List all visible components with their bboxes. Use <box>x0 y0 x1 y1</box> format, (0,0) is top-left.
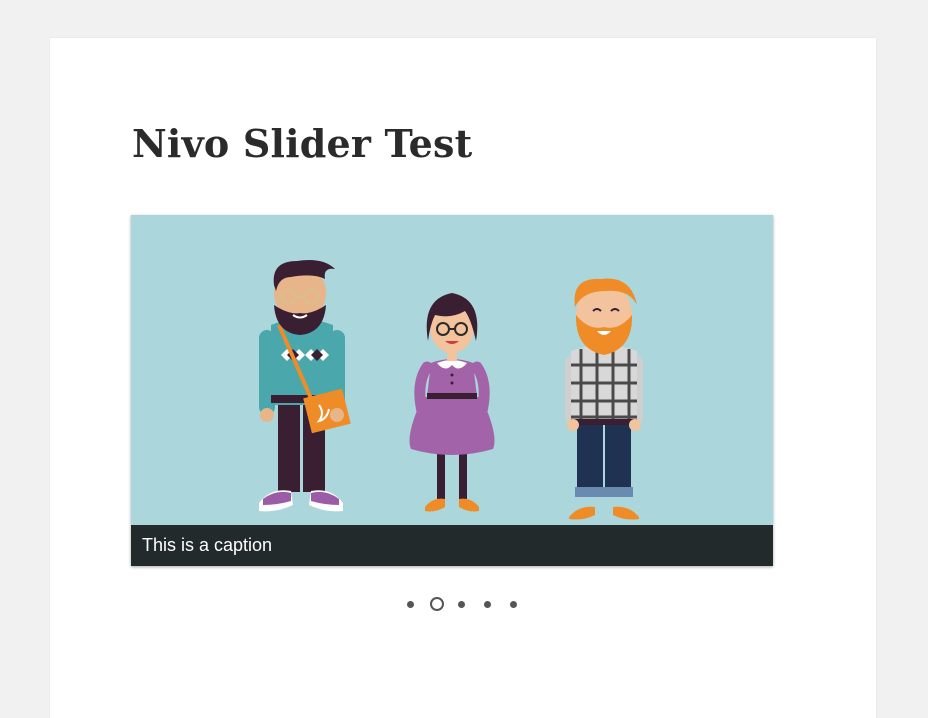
slide-dot-1[interactable] <box>407 601 414 608</box>
page-title: Nivo Slider Test <box>132 121 473 166</box>
slide-caption: This is a caption <box>131 525 773 566</box>
slide-dot-4[interactable] <box>484 601 491 608</box>
slide-dot-3[interactable] <box>458 601 465 608</box>
slide-image[interactable] <box>131 215 773 525</box>
content-card: Nivo Slider Test This is a caption <box>50 38 876 718</box>
nivo-slider[interactable]: This is a caption <box>131 215 773 566</box>
slide-dot-2-active[interactable] <box>430 597 444 611</box>
slide-dot-5[interactable] <box>510 601 517 608</box>
slider-pagination <box>400 596 530 614</box>
